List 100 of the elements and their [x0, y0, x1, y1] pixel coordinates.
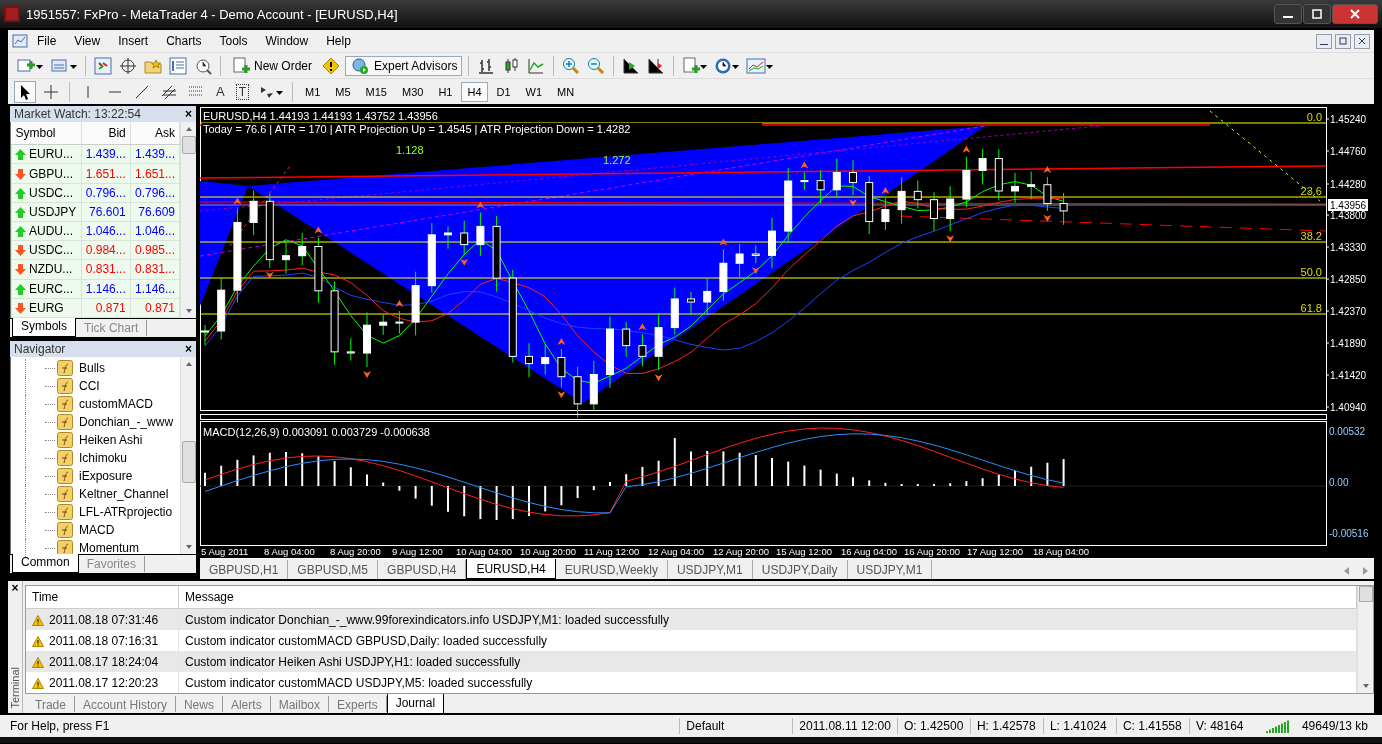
indicator-item[interactable]: CCI [79, 379, 100, 393]
symbol-cell[interactable]: EURU... [11, 144, 82, 164]
timeframe-button[interactable]: M30 [396, 81, 430, 102]
close-button[interactable]: × [185, 342, 192, 356]
timeframe-button[interactable]: H4 [461, 81, 488, 102]
chart-tab[interactable]: USDJPY,M1 [667, 560, 753, 579]
menu-item[interactable]: View [65, 32, 110, 50]
indicator-readout: Today = 76.6 | ATR = 170 | ATR Projection Up = 1.4545 | ATR Projection Down = 1.4282 [203, 123, 631, 135]
text-tool[interactable]: A [211, 84, 230, 99]
terminal-tab[interactable]: Alerts [222, 696, 271, 712]
panel-tab[interactable]: Symbols [12, 318, 76, 337]
column-header[interactable]: Symbol [11, 122, 82, 145]
timeframe-button[interactable]: M5 [329, 81, 357, 102]
chart-tab[interactable]: GBPUSD,M5 [288, 560, 379, 579]
symbol-cell[interactable]: GBPU... [11, 163, 82, 184]
fib-level-label: 61.8 [1300, 302, 1322, 314]
price-label: 1.42850 [1330, 274, 1367, 285]
symbol-cell[interactable]: EURG [11, 298, 82, 318]
price-label: 1.45240 [1330, 114, 1367, 125]
time-label: 10 Aug 20:00 [520, 546, 576, 557]
high-price: H: 1.42578 [969, 718, 1043, 734]
time-label: 12 Aug 20:00 [713, 546, 769, 557]
indicator-item[interactable]: Keltner_Channel [79, 487, 169, 501]
profile-name: Default [679, 718, 793, 734]
timeframe-button[interactable]: D1 [490, 81, 517, 102]
timeframe-button[interactable]: H1 [432, 81, 459, 102]
price-label: 1.43800 [1330, 210, 1367, 221]
symbol-cell[interactable]: USDC... [11, 240, 82, 260]
menu-item[interactable]: Charts [157, 32, 211, 50]
indicator-item[interactable]: Bulls [79, 361, 105, 375]
panel-title: Navigator [14, 342, 67, 356]
macd-axis-label: 0.00532 [1329, 426, 1366, 437]
macd-axis-label: 0.00 [1329, 477, 1349, 488]
terminal-tab[interactable]: Trade [27, 696, 75, 712]
symbol-cell[interactable]: NZDU... [11, 259, 82, 280]
timeframe-button[interactable]: M15 [359, 81, 393, 102]
indicator-item[interactable]: MACD [79, 523, 115, 537]
symbol-cell[interactable]: AUDU... [11, 221, 82, 241]
indicator-item[interactable]: Momentum [79, 541, 140, 555]
chart-tab[interactable]: GBPUSD,H1 [200, 560, 289, 579]
close-button[interactable]: × [185, 107, 192, 121]
open-price: O: 1.42500 [896, 718, 970, 734]
symbol-cell[interactable]: USDJPY [11, 202, 82, 222]
terminal-tab[interactable]: News [175, 696, 223, 712]
terminal-tab[interactable]: Journal [386, 694, 445, 714]
message-cell: Custom indicator Heiken Ashi USDJPY,H1: loaded successfully [178, 651, 1357, 672]
menu-item[interactable]: Insert [109, 32, 158, 50]
close-price: C: 1.41558 [1115, 718, 1189, 734]
time-label: 8 Aug 20:00 [330, 546, 381, 557]
price-label: 1.40940 [1330, 402, 1367, 413]
timeframe-button[interactable]: MN [551, 81, 581, 102]
terminal-tab[interactable]: Experts [329, 696, 387, 712]
menu-item[interactable]: Tools [210, 32, 257, 50]
expert-advisors-button[interactable]: Expert Advisors [345, 55, 463, 76]
symbol-cell[interactable]: EURC... [11, 279, 82, 299]
indicator-item[interactable]: Heiken Ashi [79, 433, 143, 447]
column-header[interactable]: Ask [130, 122, 180, 145]
chart-tab[interactable]: EURUSD,Weekly [555, 560, 668, 579]
chart-tab[interactable]: EURUSD,H4 [466, 559, 556, 579]
macd-axis-label: -0.00516 [1329, 528, 1369, 539]
timeframe-button[interactable]: M1 [299, 81, 327, 102]
column-header[interactable]: Time [26, 586, 179, 609]
fib-level-label: 23.6 [1300, 185, 1322, 197]
indicator-item[interactable]: iExposure [79, 469, 133, 483]
indicator-item[interactable]: customMACD [79, 397, 153, 411]
fib-level-label: 0.0 [1306, 111, 1322, 123]
indicator-item[interactable]: LFL-ATRprojectio [79, 505, 173, 519]
chart-tab[interactable]: USDJPY,M1 [847, 560, 933, 579]
time-label: 10 Aug 04:00 [456, 546, 512, 557]
text-label-tool[interactable]: T [235, 83, 249, 100]
close-button[interactable]: × [11, 581, 19, 595]
chart-tab[interactable]: USDJPY,Daily [752, 560, 848, 579]
terminal-tab[interactable]: Mailbox [270, 696, 329, 712]
menu-item[interactable]: Help [317, 32, 360, 50]
time-cell: 2011.08.17 12:20:23 [26, 672, 179, 693]
time-label: 17 Aug 12:00 [967, 546, 1023, 557]
menu-item[interactable]: Window [256, 32, 318, 50]
time-cell: 2011.08.17 18:24:04 [26, 651, 179, 672]
price-label: 1.42370 [1330, 306, 1367, 317]
indicator-item[interactable]: Donchian_-_www [79, 415, 174, 429]
current-price-label: 1.43956 [1330, 200, 1367, 211]
terminal-tab[interactable]: Account History [74, 696, 176, 712]
time-cell: 2011.08.18 07:31:46 [26, 608, 179, 631]
symbol-cell[interactable]: USDC... [11, 183, 82, 203]
new-order-button[interactable]: New Order [227, 55, 317, 76]
panel-tab[interactable]: Common [12, 554, 79, 573]
price-label: 1.41420 [1330, 370, 1367, 381]
timeframe-button[interactable]: W1 [519, 81, 549, 102]
message-cell: Custom indicator Donchian_-_www.99forexindicators.info USDJPY,M1: loaded successfully [178, 608, 1357, 631]
column-header[interactable]: Bid [81, 122, 131, 145]
time-label: 12 Aug 04:00 [648, 546, 704, 557]
message-cell: Custom indicator customMACD USDJPY,M5: loaded successfully [178, 672, 1357, 693]
traffic-counter: 49649/13 kb [1300, 718, 1369, 734]
menu-item[interactable]: File [28, 32, 66, 50]
column-header[interactable]: Message [178, 586, 1357, 609]
volume: V: 48164 [1188, 718, 1260, 734]
price-label: 1.44760 [1330, 146, 1367, 157]
indicator-readout: MACD(12,26,9) 0.003091 0.003729 -0.000638 [203, 426, 430, 438]
indicator-item[interactable]: Ichimoku [79, 451, 128, 465]
chart-header: EURUSD,H4 1.44193 1.44193 1.43752 1.43956 [203, 110, 438, 122]
